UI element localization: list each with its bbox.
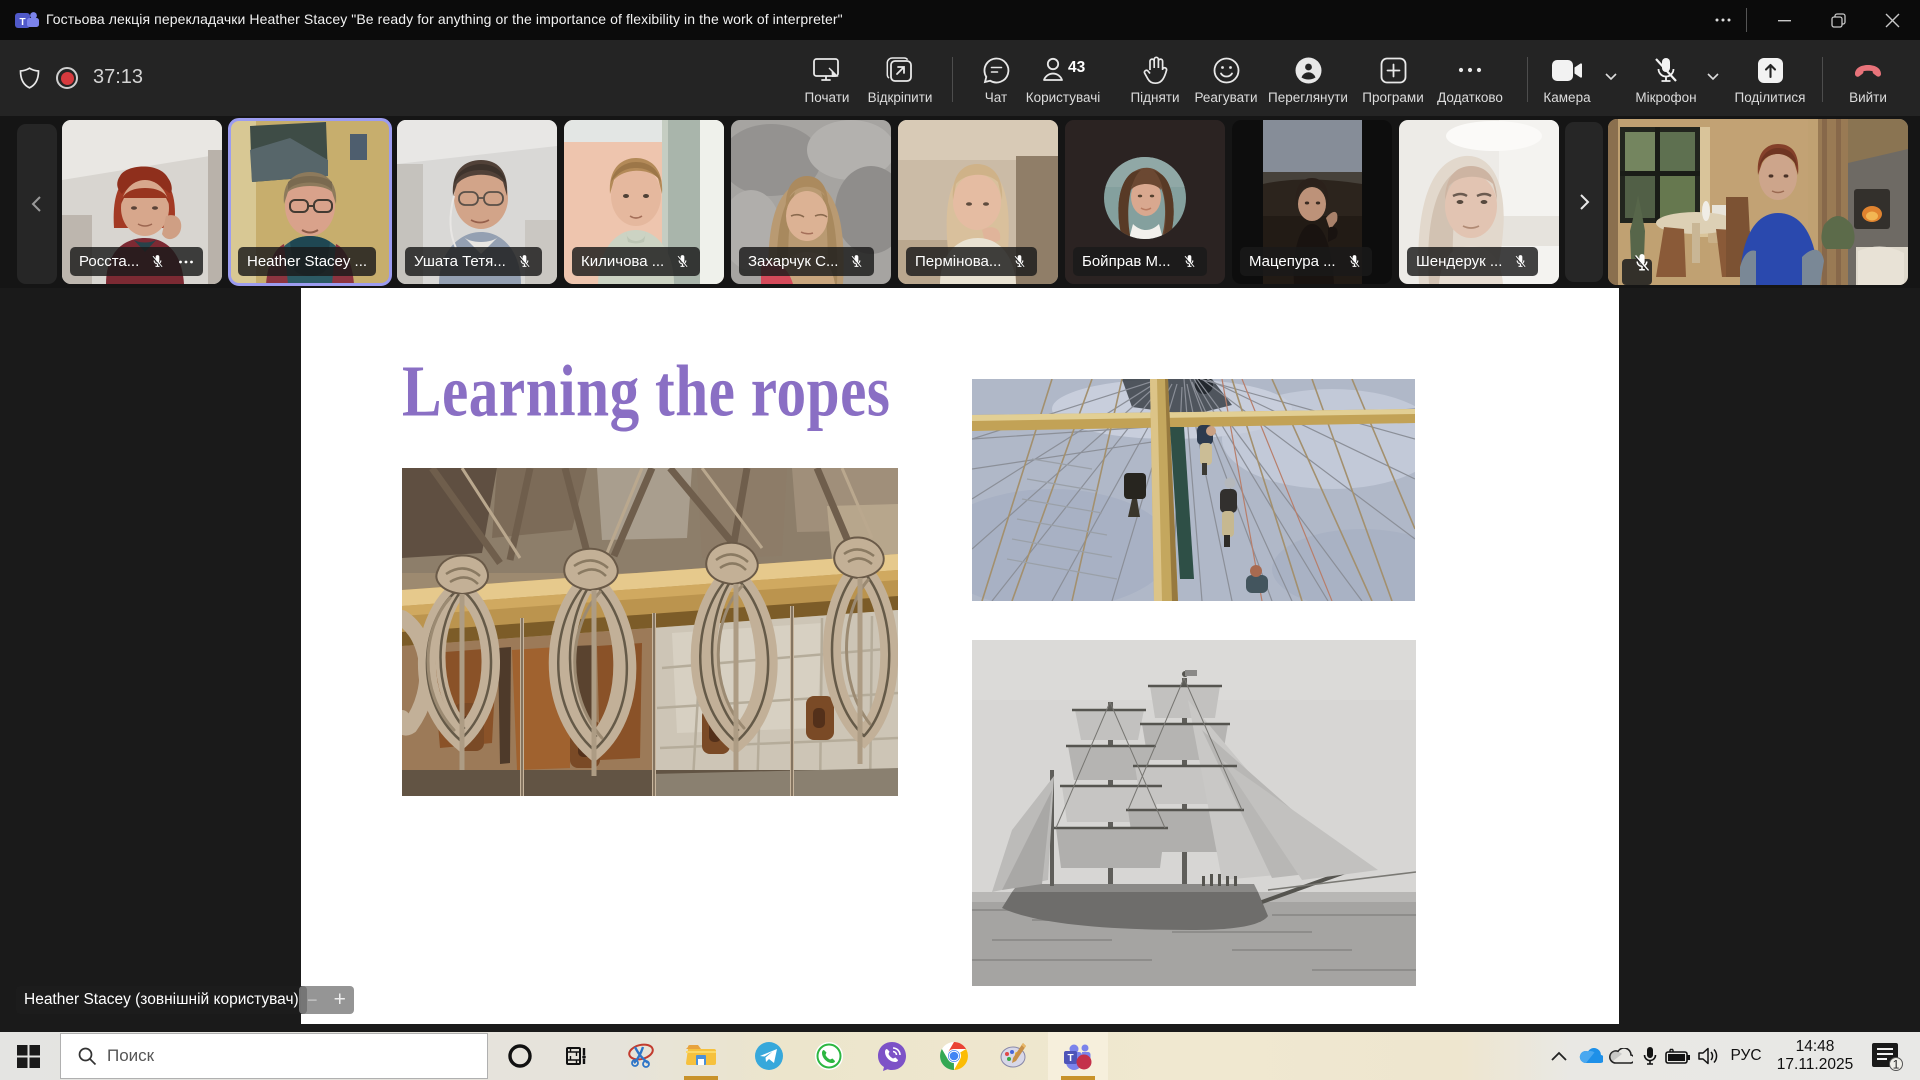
svg-text:1: 1 bbox=[1893, 1058, 1900, 1072]
svg-text:43: 43 bbox=[1068, 59, 1086, 76]
svg-text:T: T bbox=[19, 17, 25, 28]
svg-text:T: T bbox=[1067, 1053, 1073, 1064]
